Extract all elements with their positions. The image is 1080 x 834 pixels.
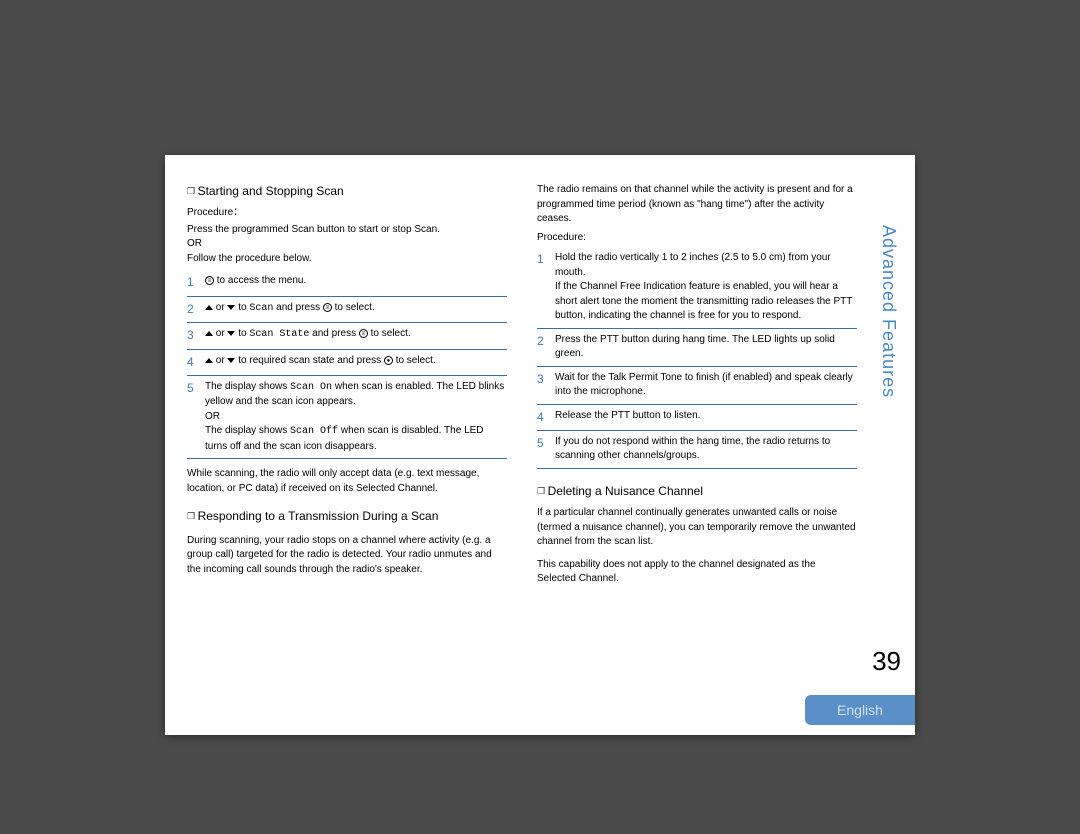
step-row: 2 or to Scan and press ≡ to select. — [187, 297, 507, 323]
step-body: or to Scan State and press ≡ to select. — [205, 327, 507, 344]
step-text: to select. — [396, 355, 436, 366]
down-icon — [227, 305, 235, 310]
step-row: 3 or to Scan State and press ≡ to select… — [187, 323, 507, 349]
step-row: 4 or to required scan state and press ● … — [187, 350, 507, 376]
ok-icon: ≡ — [205, 276, 214, 285]
content-area: Starting and Stopping Scan Procedure： Pr… — [187, 183, 857, 713]
ok-icon: ≡ — [323, 303, 332, 312]
step-number: 5 — [187, 380, 205, 455]
step-text: and press — [276, 302, 320, 313]
up-icon — [205, 331, 213, 336]
step-text: to select. — [335, 302, 375, 313]
step-row: 5 The display shows Scan On when scan is… — [187, 376, 507, 460]
display-text: Scan State — [249, 329, 309, 340]
up-icon — [205, 358, 213, 363]
step-body: Release the PTT button to listen. — [555, 409, 857, 426]
step-text: to required scan state and press — [238, 355, 381, 366]
step-list-scan: 1 ≡ to access the menu. 2 or to Scan and — [187, 270, 507, 459]
step-row: 2 Press the PTT button during hang time.… — [537, 329, 857, 367]
intro-line-2: Follow the procedure below. — [187, 253, 312, 264]
step-row: 4 Release the PTT button to listen. — [537, 405, 857, 431]
step-extra: If the Channel Free Indication feature i… — [555, 281, 852, 321]
step-text: The display shows — [205, 381, 287, 392]
left-column: Starting and Stopping Scan Procedure： Pr… — [187, 183, 507, 713]
display-text: Scan Off — [290, 426, 338, 437]
step-text: to — [238, 302, 246, 313]
step-text: Hold the radio vertically 1 to 2 inches … — [555, 252, 831, 278]
right-column: The radio remains on that channel while … — [537, 183, 857, 713]
step-number: 2 — [187, 301, 205, 318]
section-title-vertical: Advanced Features — [878, 225, 899, 398]
step-text: to select. — [371, 328, 411, 339]
step-body: If you do not respond within the hang ti… — [555, 435, 857, 464]
display-text: Scan On — [290, 382, 332, 393]
intro-paragraph: The radio remains on that channel while … — [537, 183, 857, 227]
intro-or: OR — [187, 238, 202, 249]
step-number: 1 — [537, 251, 555, 324]
manual-page: Advanced Features 39 English Starting an… — [165, 155, 915, 735]
down-icon — [227, 358, 235, 363]
step-text: or — [216, 328, 225, 339]
step-number: 4 — [187, 354, 205, 371]
step-body: or to required scan state and press ● to… — [205, 354, 507, 371]
step-row: 5 If you do not respond within the hang … — [537, 431, 857, 469]
step-text: The display shows — [205, 425, 287, 436]
ok-icon: ● — [384, 356, 393, 365]
step-body: Hold the radio vertically 1 to 2 inches … — [555, 251, 857, 324]
step-body: ≡ to access the menu. — [205, 274, 507, 291]
step-list-respond: 1 Hold the radio vertically 1 to 2 inche… — [537, 247, 857, 469]
step-row: 3 Wait for the Talk Permit Tone to finis… — [537, 367, 857, 405]
step-body: Press the PTT button during hang time. T… — [555, 333, 857, 362]
note-paragraph: While scanning, the radio will only acce… — [187, 467, 507, 496]
step-number: 2 — [537, 333, 555, 362]
step-row: 1 Hold the radio vertically 1 to 2 inche… — [537, 247, 857, 329]
step-text: to access the menu. — [217, 275, 307, 286]
paragraph: During scanning, your radio stops on a c… — [187, 534, 507, 578]
step-number: 3 — [537, 371, 555, 400]
step-body: Wait for the Talk Permit Tone to finish … — [555, 371, 857, 400]
step-text: and press — [312, 328, 356, 339]
procedure-label: Procedure: — [537, 231, 857, 246]
paragraph: This capability does not apply to the ch… — [537, 558, 857, 587]
up-icon — [205, 305, 213, 310]
step-row: 1 ≡ to access the menu. — [187, 270, 507, 296]
or-text: OR — [205, 411, 220, 422]
intro-text: Press the programmed Scan button to star… — [187, 223, 507, 267]
step-text: or — [216, 302, 225, 313]
step-body: or to Scan and press ≡ to select. — [205, 301, 507, 318]
step-number: 4 — [537, 409, 555, 426]
heading-start-stop-scan: Starting and Stopping Scan — [187, 183, 507, 200]
heading-responding: Responding to a Transmission During a Sc… — [187, 508, 507, 525]
heading-nuisance: Deleting a Nuisance Channel — [537, 483, 857, 500]
step-number: 3 — [187, 327, 205, 344]
step-number: 5 — [537, 435, 555, 464]
down-icon — [227, 331, 235, 336]
page-number: 39 — [872, 646, 901, 677]
step-text: or — [216, 355, 225, 366]
step-body: The display shows Scan On when scan is e… — [205, 380, 507, 455]
paragraph: If a particular channel continually gene… — [537, 506, 857, 550]
display-text: Scan — [249, 303, 273, 314]
intro-line-1: Press the programmed Scan button to star… — [187, 224, 440, 235]
step-number: 1 — [187, 274, 205, 291]
procedure-label: Procedure： — [187, 206, 507, 221]
step-text: to — [238, 328, 246, 339]
ok-icon: ≡ — [359, 329, 368, 338]
